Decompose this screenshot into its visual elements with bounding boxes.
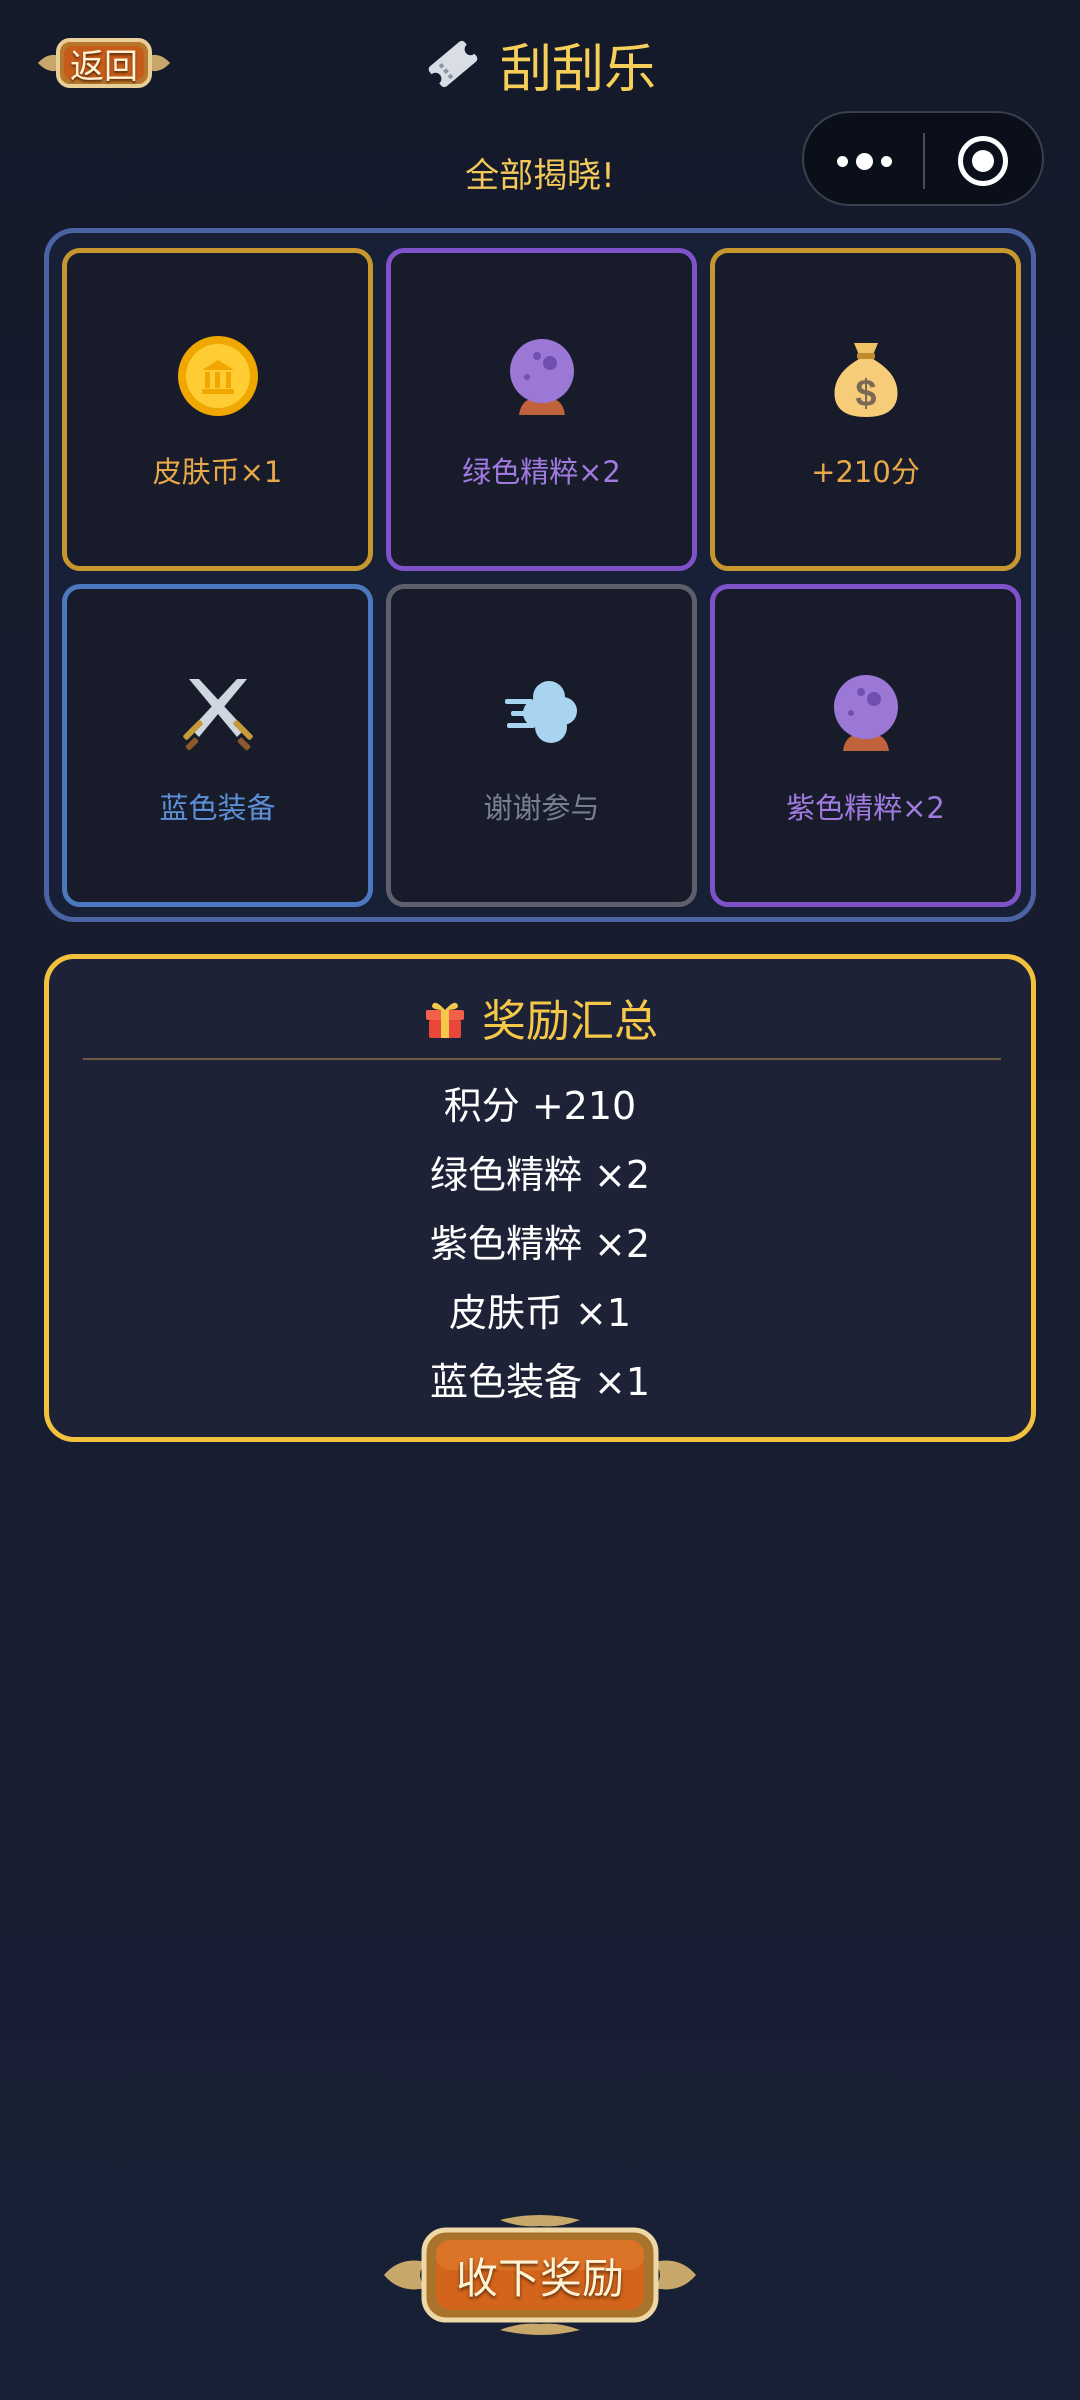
summary-line: 蓝色装备 ×1: [429, 1360, 651, 1404]
scratch-cell[interactable]: 谢谢参与: [386, 584, 697, 907]
summary-line: 绿色精粹 ×2: [429, 1153, 651, 1197]
cell-label: 谢谢参与: [483, 791, 600, 825]
wind-icon: [504, 681, 577, 743]
crystal-ball-icon: [833, 675, 898, 751]
page-title: 刮刮乐: [499, 39, 656, 100]
miniprogram-capsule: [802, 111, 1044, 206]
ticket-icon: [428, 40, 478, 88]
summary-title: 奖励汇总: [482, 996, 658, 1047]
summary-line: 积分 +210: [443, 1084, 637, 1128]
summary-divider: [83, 1058, 1001, 1060]
cell-label: 绿色精粹×2: [462, 455, 621, 489]
svg-text:$: $: [855, 373, 876, 415]
cell-label: +210分: [811, 455, 920, 489]
target-circle-icon[interactable]: [958, 136, 1008, 186]
more-dots-icon[interactable]: [832, 141, 896, 181]
scratch-cell[interactable]: 紫色精粹×2: [710, 584, 1021, 907]
page-title-bar: 刮刮乐: [0, 28, 1080, 100]
cell-label: 皮肤币×1: [152, 455, 283, 489]
summary-header: 奖励汇总: [49, 987, 1031, 1047]
money-bag-icon: $: [834, 343, 897, 417]
summary-line: 皮肤币 ×1: [448, 1291, 632, 1335]
reward-summary: 奖励汇总 积分 +210 绿色精粹 ×2 紫色精粹 ×2 皮肤币 ×1 蓝色装备…: [44, 954, 1036, 1442]
scratch-cell[interactable]: $ +210分: [710, 248, 1021, 571]
cell-label: 蓝色装备: [159, 791, 276, 825]
crystal-ball-icon: [509, 339, 574, 415]
summary-line: 紫色精粹 ×2: [429, 1222, 651, 1266]
scratch-cell[interactable]: 绿色精粹×2: [386, 248, 697, 571]
coin-icon: [177, 336, 258, 416]
crossed-swords-icon: [182, 679, 253, 751]
claim-button-label: 收下奖励: [455, 2253, 624, 2303]
claim-reward-button[interactable]: 收下奖励: [380, 2210, 700, 2340]
gift-icon: [426, 1002, 464, 1038]
scratch-cell[interactable]: 皮肤币×1: [62, 248, 373, 571]
scratch-grid: 皮肤币×1 绿色精粹×2 $ +210分 蓝色装备 谢谢参与 紫色精粹×2: [44, 228, 1036, 922]
cell-label: 紫色精粹×2: [786, 791, 945, 825]
capsule-divider: [923, 133, 925, 189]
scratch-cell[interactable]: 蓝色装备: [62, 584, 373, 907]
